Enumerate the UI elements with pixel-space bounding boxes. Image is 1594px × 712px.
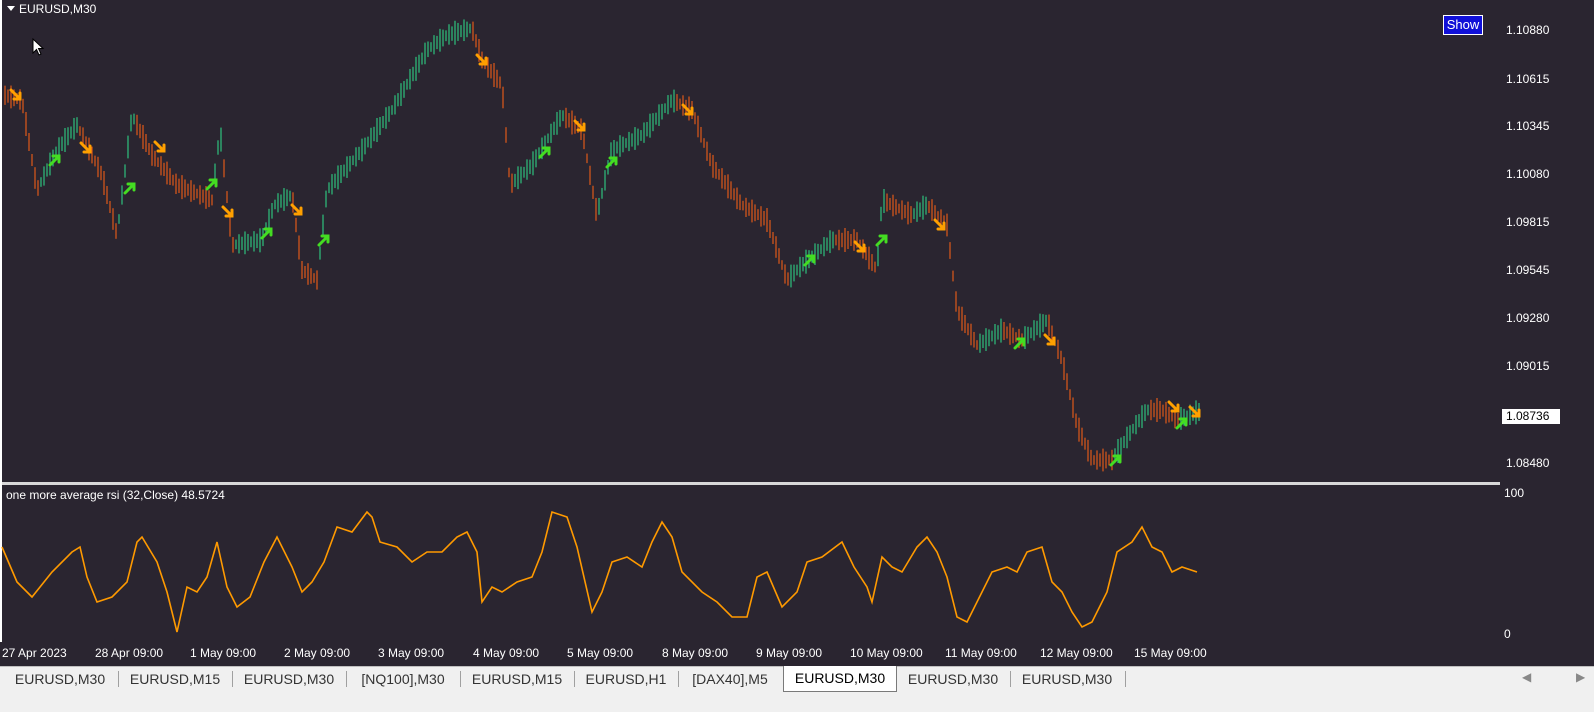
time-label: 9 May 09:00 (756, 646, 823, 660)
sell-arrow-icon (573, 119, 586, 132)
price-level: 1.09815 (1506, 215, 1550, 229)
time-label: 11 May 09:00 (945, 646, 1017, 660)
buy-arrow-icon (48, 154, 61, 167)
sell-arrow-icon (1167, 400, 1180, 413)
time-label: 4 May 09:00 (473, 646, 540, 660)
indicator-label: one more average rsi (32,Close) 48.5724 (6, 488, 225, 502)
chart-tab[interactable]: [DAX40],M5 (679, 667, 781, 691)
chart-tab[interactable]: [NQ100],M30 (347, 667, 459, 691)
time-label: 12 May 09:00 (1040, 646, 1113, 660)
sell-arrow-icon (681, 103, 694, 116)
time-label: 3 May 09:00 (378, 646, 445, 660)
price-level: 1.10615 (1506, 72, 1550, 86)
tab-scroll-left-icon[interactable]: ◀ (1522, 670, 1531, 684)
tab-divider (1125, 671, 1126, 687)
chart-tab[interactable]: EURUSD,H1 (575, 667, 677, 691)
indicator-scale-max: 100 (1504, 486, 1525, 500)
buy-arrow-icon (317, 234, 330, 247)
price-level: 1.10880 (1506, 23, 1550, 37)
buy-arrow-icon (538, 146, 551, 159)
current-price-badge: 1.08736 (1502, 409, 1560, 424)
chart-tab[interactable]: EURUSD,M15 (119, 667, 231, 691)
indicator-plot-area[interactable] (1, 485, 1500, 642)
indicator-pane[interactable] (1, 485, 1500, 642)
indicator-line (1, 510, 1198, 633)
chart-tab[interactable]: EURUSD,M30 (4, 667, 116, 691)
chart-tab-bar: EURUSD,M30 EURUSD,M15 EURUSD,M30 [NQ100]… (0, 666, 1594, 712)
sell-arrow-icon (153, 140, 166, 153)
price-level: 1.10080 (1506, 167, 1550, 181)
time-axis[interactable]: 27 Apr 2023 28 Apr 09:00 1 May 09:00 2 M… (0, 642, 1594, 666)
sell-arrow-icon (1043, 333, 1056, 346)
sell-arrow-icon (221, 205, 234, 218)
price-chart[interactable]: EURUSD,M30 Show (2, 0, 1501, 482)
chart-tab[interactable]: EURUSD,M30 (897, 667, 1009, 691)
price-level: 1.09545 (1506, 263, 1550, 277)
price-level: 1.08480 (1506, 456, 1550, 470)
buy-arrow-icon (123, 182, 136, 195)
chart-tab-active[interactable]: EURUSD,M30 (783, 666, 897, 692)
sell-arrow-icon (933, 218, 946, 231)
chart-tab[interactable]: EURUSD,M30 (233, 667, 345, 691)
time-label: 8 May 09:00 (662, 646, 729, 660)
sell-arrow-icon (9, 88, 22, 101)
time-label: 27 Apr 2023 (2, 646, 67, 660)
price-plot-area[interactable] (2, 0, 1500, 482)
time-label: 5 May 09:00 (567, 646, 634, 660)
indicator-scale-min: 0 (1504, 627, 1511, 641)
tab-scroll-right-icon[interactable]: ▶ (1576, 670, 1585, 684)
buy-arrow-icon (205, 178, 218, 191)
time-label: 15 May 09:00 (1134, 646, 1207, 660)
time-label: 28 Apr 09:00 (95, 646, 164, 660)
price-level: 1.09280 (1506, 311, 1550, 325)
chart-tab[interactable]: EURUSD,M30 (1011, 667, 1123, 691)
time-label: 2 May 09:00 (284, 646, 351, 660)
time-label: 1 May 09:00 (190, 646, 257, 660)
chart-tab[interactable]: EURUSD,M15 (461, 667, 573, 691)
time-label: 10 May 09:00 (850, 646, 923, 660)
price-level: 1.10345 (1506, 119, 1550, 133)
buy-arrow-icon (875, 234, 888, 247)
price-level: 1.09015 (1506, 359, 1550, 373)
sell-arrow-icon (1188, 405, 1201, 418)
